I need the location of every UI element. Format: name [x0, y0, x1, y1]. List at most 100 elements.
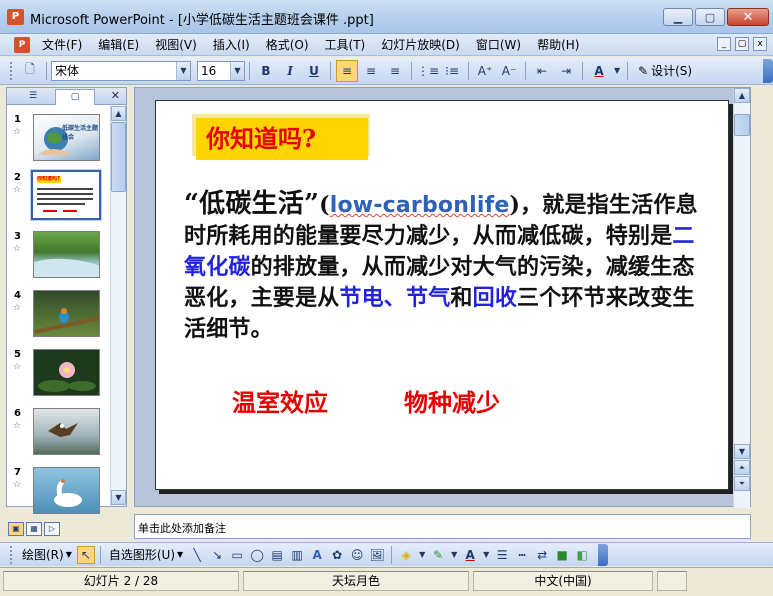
- bold-button[interactable]: B: [255, 60, 277, 82]
- slide-body-text[interactable]: “低碳生活”(low-carbonlife)，就是指生活作息时所耗用的能量要尽力…: [184, 189, 714, 345]
- notes-pane[interactable]: 单击此处添加备注: [134, 514, 751, 539]
- line-tool-button[interactable]: ╲: [188, 546, 206, 564]
- arrow-tool-button[interactable]: ↘: [208, 546, 226, 564]
- scroll-up-button[interactable]: ▲: [734, 88, 750, 103]
- slide-thumbnail-3[interactable]: 3 ☆: [7, 231, 111, 289]
- font-color-button[interactable]: A: [588, 60, 610, 82]
- document-icon[interactable]: P: [14, 36, 30, 53]
- fill-color-button[interactable]: ◈: [397, 546, 415, 564]
- dash-style-button[interactable]: ┅: [513, 546, 531, 564]
- scroll-thumb[interactable]: [734, 114, 750, 136]
- slide-thumbnail-5[interactable]: 5 ☆: [7, 349, 111, 407]
- term-low-carbon: 低碳生活: [199, 189, 304, 219]
- scroll-down-button[interactable]: ▼: [734, 444, 750, 459]
- tab-outline[interactable]: ☰: [13, 89, 53, 105]
- autoshapes-button[interactable]: 自选图形(U) ▼: [105, 546, 187, 563]
- shrink-font-button[interactable]: A⁻: [498, 60, 520, 82]
- menu-tools[interactable]: 工具(T): [317, 36, 374, 53]
- diagram-button[interactable]: ✿: [328, 546, 346, 564]
- slide-thumbnail-6[interactable]: 6 ☆: [7, 408, 111, 466]
- close-icon[interactable]: ✕: [111, 89, 120, 102]
- menu-format[interactable]: 格式(O): [258, 36, 317, 53]
- doc-minimize-button[interactable]: _: [717, 37, 731, 51]
- maximize-button[interactable]: ▢: [695, 8, 725, 26]
- tab-slides[interactable]: ▢: [55, 89, 95, 105]
- new-icon[interactable]: 🗋: [19, 60, 41, 82]
- chevron-down-icon[interactable]: ▼: [481, 546, 491, 564]
- scroll-thumb[interactable]: [111, 122, 126, 192]
- line-color-button[interactable]: ✎: [429, 546, 447, 564]
- arrow-style-button[interactable]: ⇄: [533, 546, 551, 564]
- slide-thumbnail-2[interactable]: 2 ☆ 你知道吗?: [7, 169, 111, 230]
- bullets-button[interactable]: ⁝≡: [441, 60, 463, 82]
- slide-number: 4: [14, 290, 21, 301]
- font-name-select[interactable]: 宋体 ▼: [51, 60, 191, 81]
- clipart-button[interactable]: ☺: [348, 546, 366, 564]
- doc-restore-button[interactable]: ▢: [735, 37, 749, 51]
- rectangle-tool-button[interactable]: ▭: [228, 546, 246, 564]
- notes-placeholder: 单击此处添加备注: [138, 522, 226, 535]
- decrease-indent-button[interactable]: ⇤: [531, 60, 553, 82]
- 3d-style-button[interactable]: ◧: [573, 546, 591, 564]
- align-right-button[interactable]: ≡: [384, 60, 406, 82]
- toolbar-grip[interactable]: [10, 545, 14, 564]
- slide-thumbnail-7[interactable]: 7 ☆: [7, 467, 111, 525]
- doc-close-button[interactable]: x: [753, 37, 767, 51]
- scroll-down-button[interactable]: ▼: [111, 490, 126, 505]
- slide-canvas[interactable]: 你知道吗? “低碳生活”(low-carbonlife)，就是指生活作息时所耗用…: [155, 100, 729, 490]
- separator: [582, 61, 584, 80]
- normal-view-button[interactable]: ▣: [8, 522, 24, 536]
- font-size-select[interactable]: 16 ▼: [197, 60, 245, 81]
- numbering-button[interactable]: ⋮≡: [417, 60, 439, 82]
- slides-panel-scrollbar[interactable]: ▲ ▼: [110, 106, 126, 506]
- chevron-down-icon[interactable]: ▼: [449, 546, 459, 564]
- chevron-down-icon[interactable]: ▼: [612, 60, 622, 82]
- separator: [391, 545, 393, 564]
- italic-button[interactable]: I: [279, 60, 301, 82]
- menu-help[interactable]: 帮助(H): [529, 36, 587, 53]
- menu-view[interactable]: 视图(V): [147, 36, 205, 53]
- toolbar-grip[interactable]: [10, 61, 14, 80]
- close-button[interactable]: ✕: [727, 8, 769, 26]
- slide-thumbnail-1[interactable]: 1 ☆ 低碳生活主题班会: [7, 114, 111, 172]
- slide-tag-box[interactable]: 你知道吗?: [196, 118, 368, 160]
- toolbar-options-button[interactable]: [598, 543, 609, 566]
- wordart-button[interactable]: A: [308, 546, 326, 564]
- select-pointer-button[interactable]: ↖: [76, 545, 95, 564]
- line-style-button[interactable]: ☰: [493, 546, 511, 564]
- grow-font-button[interactable]: A⁺: [474, 60, 496, 82]
- red-term-greenhouse[interactable]: 温室效应: [232, 383, 328, 418]
- font-color-icon[interactable]: A: [461, 546, 479, 564]
- previous-slide-button[interactable]: ⏶: [734, 460, 750, 475]
- slide-thumbnail-4[interactable]: 4 ☆: [7, 290, 111, 348]
- underline-button[interactable]: U: [303, 60, 325, 82]
- shadow-style-button[interactable]: ■: [553, 546, 571, 564]
- powerpoint-app-icon[interactable]: P: [7, 9, 24, 25]
- slideshow-view-button[interactable]: ▷: [44, 522, 60, 536]
- next-slide-button[interactable]: ⏷: [734, 476, 750, 491]
- textbox-tool-button[interactable]: ▤: [268, 546, 286, 564]
- draw-menu-button[interactable]: 绘图(R) ▼: [18, 546, 76, 563]
- vertical-textbox-button[interactable]: ▥: [288, 546, 306, 564]
- align-left-button[interactable]: ≡: [336, 59, 358, 82]
- menu-window[interactable]: 窗口(W): [468, 36, 529, 53]
- menu-slideshow[interactable]: 幻灯片放映(D): [373, 36, 468, 53]
- slide-sorter-view-button[interactable]: ▦: [26, 522, 42, 536]
- design-button[interactable]: ✎ 设计(S): [632, 62, 698, 79]
- menu-edit[interactable]: 编辑(E): [90, 36, 147, 53]
- panel-tabs: ☰ ▢ ✕: [7, 88, 126, 105]
- chevron-down-icon[interactable]: ▼: [176, 61, 190, 80]
- slide-vertical-scrollbar[interactable]: ▲ ▼ ⏶ ⏷: [733, 88, 750, 508]
- red-term-species[interactable]: 物种减少: [404, 383, 500, 418]
- menu-file[interactable]: 文件(F): [34, 36, 90, 53]
- increase-indent-button[interactable]: ⇥: [555, 60, 577, 82]
- oval-tool-button[interactable]: ◯: [248, 546, 266, 564]
- menu-insert[interactable]: 插入(I): [205, 36, 258, 53]
- minimize-button[interactable]: ▁: [663, 8, 693, 26]
- chevron-down-icon[interactable]: ▼: [230, 61, 244, 80]
- picture-button[interactable]: 🖼: [368, 546, 386, 564]
- scroll-up-button[interactable]: ▲: [111, 106, 126, 121]
- toolbar-options-button[interactable]: [763, 59, 773, 83]
- chevron-down-icon[interactable]: ▼: [417, 546, 427, 564]
- align-center-button[interactable]: ≡: [360, 60, 382, 82]
